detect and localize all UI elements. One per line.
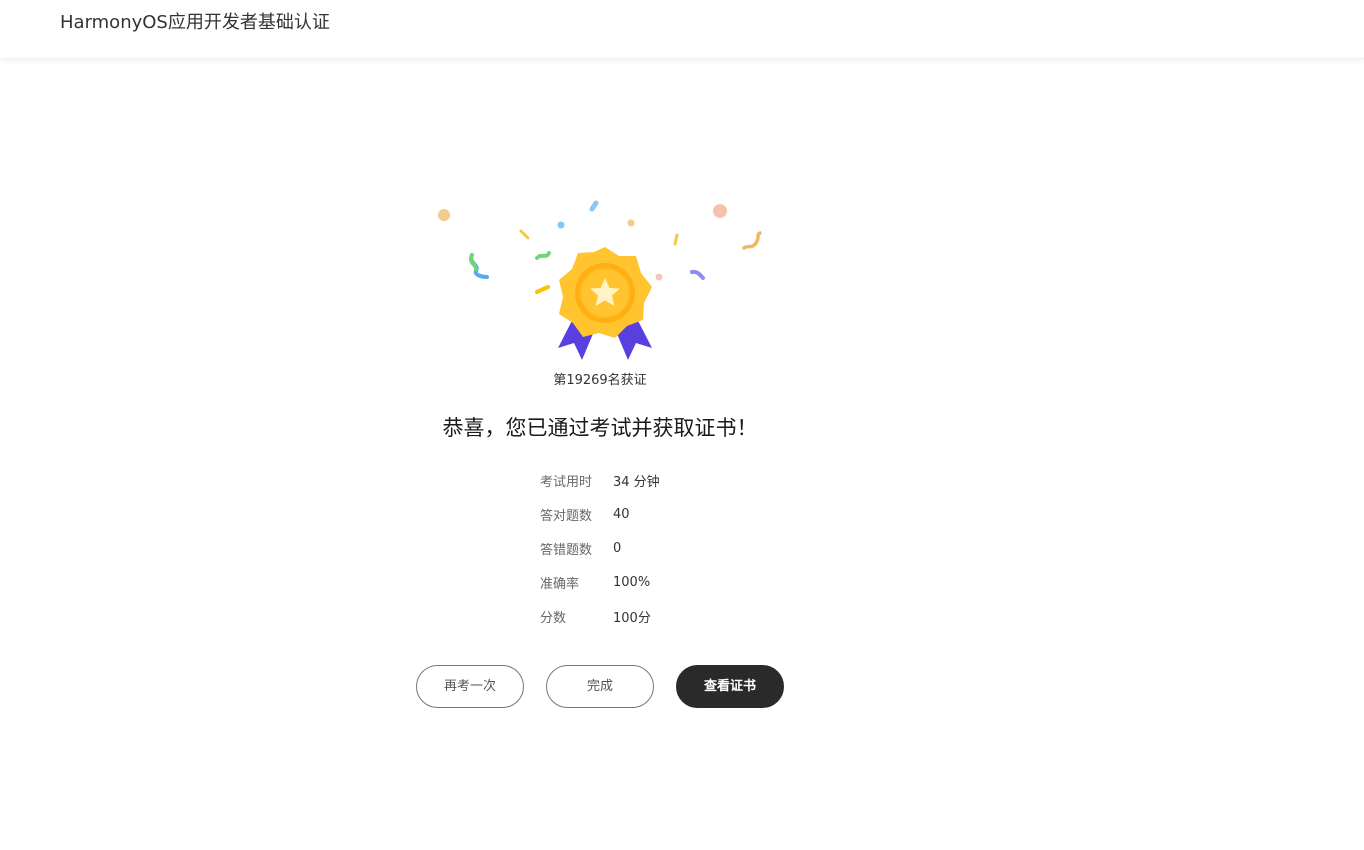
stat-label: 分数 [540,610,567,626]
stat-row-correct: 答对题数 40 [540,497,760,531]
stat-value: 100% [613,574,651,590]
stat-value: 0 [613,540,622,556]
stat-value: 34 分钟 [613,474,660,490]
finish-button[interactable]: 完成 [546,665,654,708]
view-certificate-button[interactable]: 查看证书 [676,665,784,708]
medal-badge-icon [430,195,770,370]
stat-row-wrong: 答错题数 0 [540,531,760,565]
page-title: HarmonyOS应用开发者基础认证 [60,12,330,33]
stat-label: 考试用时 [540,474,593,490]
rank-text: 第19269名获证 [553,373,647,388]
stat-label: 答错题数 [540,542,593,558]
stat-value: 100分 [613,610,651,626]
congrats-message: 恭喜，您已通过考试并获取证书！ [442,416,758,440]
stat-value: 40 [613,506,630,522]
stat-label: 答对题数 [540,508,593,524]
top-header: HarmonyOS应用开发者基础认证 [0,0,1364,59]
stat-label: 准确率 [540,576,580,592]
stats-list: 考试用时 34 分钟 答对题数 40 答错题数 0 准确率 100% 分数 10… [540,463,760,633]
retake-button[interactable]: 再考一次 [416,665,524,708]
stat-row-score: 分数 100分 [540,599,760,633]
stat-row-duration: 考试用时 34 分钟 [540,463,760,497]
stat-row-accuracy: 准确率 100% [540,565,760,599]
action-buttons: 再考一次 完成 查看证书 [416,665,796,709]
